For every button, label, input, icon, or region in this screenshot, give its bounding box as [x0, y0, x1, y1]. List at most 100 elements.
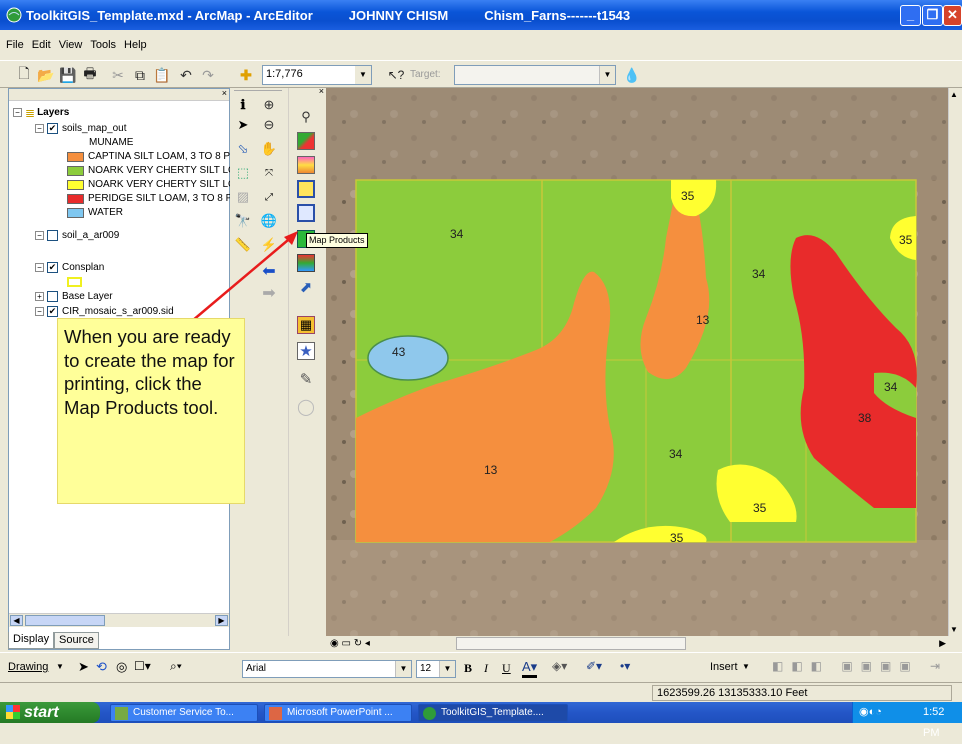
fixed-zoom-out-icon[interactable]: ⤢	[260, 188, 278, 206]
tab-source[interactable]: Source	[54, 632, 99, 649]
map-view[interactable]: 34 35 35 34 13 43 34 38 34 13 35 35	[326, 88, 948, 636]
tab-display[interactable]: Display	[8, 632, 55, 649]
landuse-map-icon[interactable]	[297, 156, 315, 174]
scroll-right-icon[interactable]: ▶	[939, 638, 946, 649]
insert-menu[interactable]: Insert	[710, 661, 738, 673]
bold-icon[interactable]: B	[464, 661, 472, 676]
close-button[interactable]: ✕	[943, 5, 962, 26]
select-by-graphics-icon[interactable]: ⬚	[234, 164, 252, 182]
circle-icon[interactable]: ◯	[297, 398, 315, 416]
toc-layer-soil-a[interactable]: − soil_a_ar009	[35, 229, 119, 242]
layer-checkbox[interactable]	[47, 291, 58, 302]
marker-color-icon[interactable]: •▾	[620, 659, 630, 673]
print-icon[interactable]: 🖶	[80, 65, 100, 85]
toc-layer-cir[interactable]: − ✔ CIR_mosaic_s_ar009.sid	[35, 305, 174, 318]
layout-tools-icons[interactable]: ◧◧◧ ▣▣▣▣ ⇥	[772, 659, 948, 673]
start-button[interactable]: start	[0, 702, 100, 723]
font-color-icon[interactable]: A▾	[522, 659, 538, 678]
star-icon[interactable]: ★	[297, 342, 315, 360]
line-color-icon[interactable]: ✐▾	[586, 659, 602, 673]
chevron-down-icon: ▼	[599, 66, 615, 84]
soils-map-icon[interactable]	[297, 132, 315, 150]
scroll-down-icon[interactable]: ▼	[950, 625, 958, 634]
menu-file[interactable]: File	[6, 39, 24, 51]
underline-icon[interactable]: U	[502, 661, 511, 676]
fill-color-icon[interactable]: ◈▾	[552, 659, 567, 673]
scroll-thumb[interactable]	[25, 615, 105, 626]
save-icon[interactable]: 💾	[58, 65, 78, 85]
restore-button[interactable]: ❐	[922, 5, 943, 26]
layer-checkbox[interactable]: ✔	[47, 123, 58, 134]
toc-scrollbar[interactable]: ◀ ▶	[9, 613, 229, 627]
identify-icon[interactable]: ℹ	[234, 96, 252, 114]
undo-icon[interactable]: ↶	[176, 65, 196, 85]
menu-tools[interactable]: Tools	[90, 39, 116, 51]
new-document-icon[interactable]: 🗋	[14, 65, 34, 85]
minimize-button[interactable]: _	[900, 5, 921, 26]
toc-layer-base[interactable]: + Base Layer	[35, 290, 113, 303]
whats-this-icon[interactable]: ↖?	[386, 65, 406, 85]
task-customer-service[interactable]: Customer Service To...	[110, 704, 258, 722]
toc-root-label: Layers	[37, 107, 70, 118]
layout-view-icon[interactable]: ◉ ▭ ↻ ◂	[330, 638, 370, 649]
menu-edit[interactable]: Edit	[32, 39, 51, 51]
task-powerpoint[interactable]: Microsoft PowerPoint ...	[264, 704, 412, 722]
select-features-icon[interactable]: ⬂	[234, 140, 252, 158]
menu-view[interactable]: View	[59, 39, 83, 51]
map-vertical-scrollbar[interactable]: ▲ ▼	[948, 88, 962, 636]
drawing-menu[interactable]: Drawing	[8, 661, 48, 673]
font-combo[interactable]: Arial ▼	[242, 660, 412, 678]
chevron-down-icon[interactable]: ▼	[56, 662, 64, 671]
layer-checkbox[interactable]: ✔	[47, 306, 58, 317]
zoom-in-icon[interactable]: ⊕	[260, 96, 278, 114]
collapse-icon[interactable]: −	[35, 307, 44, 316]
legend-swatch	[67, 165, 84, 176]
scroll-up-icon[interactable]: ▲	[950, 90, 958, 99]
collapse-icon[interactable]: −	[13, 108, 22, 117]
layer-checkbox[interactable]: ✔	[47, 262, 58, 273]
collapse-icon[interactable]: −	[35, 231, 44, 240]
map-products-icon[interactable]	[297, 204, 315, 222]
close-icon[interactable]: ×	[319, 86, 324, 96]
chevron-down-icon[interactable]: ▼	[742, 662, 750, 671]
cut-icon[interactable]: ✂	[108, 65, 128, 85]
map-scale-dropdown[interactable]: ▼	[355, 65, 372, 85]
select-elements-icon[interactable]: ➤	[234, 116, 252, 134]
toc-root[interactable]: − ≣ Layers	[13, 106, 70, 120]
toc-layer-soils[interactable]: − ✔ soils_map_out	[35, 122, 126, 135]
map-horizontal-scrollbar[interactable]: ◉ ▭ ↻ ◂ ▶	[326, 636, 948, 652]
target-combo[interactable]: ▼	[454, 65, 616, 85]
select-pointer-icon[interactable]: ➤	[78, 659, 89, 675]
collapse-icon[interactable]: −	[35, 263, 44, 272]
font-size-combo[interactable]: 12 ▼	[416, 660, 456, 678]
fixed-zoom-in-icon[interactable]: ⤧	[260, 164, 278, 182]
open-folder-icon[interactable]: 📂	[36, 65, 56, 85]
pencil-icon[interactable]: ✎	[297, 370, 315, 388]
expand-icon[interactable]: +	[35, 292, 44, 301]
redo-icon[interactable]: ↷	[198, 65, 218, 85]
circle-shape-icon[interactable]: ◎	[116, 659, 127, 675]
add-data-icon[interactable]: ✚	[236, 65, 256, 85]
map-layout-icon[interactable]	[297, 180, 315, 198]
toc-layer-consplan[interactable]: − ✔ Consplan	[35, 261, 104, 274]
rectangle-tool-icon[interactable]: ☐▾	[134, 659, 151, 673]
tray-icons[interactable]: ◉◐◔	[859, 702, 882, 723]
clear-selection-icon[interactable]: ▨	[234, 188, 252, 206]
collapse-icon[interactable]: −	[35, 124, 44, 133]
callout-tool-icon[interactable]: ⌕▾	[170, 659, 182, 674]
italic-icon[interactable]: I	[484, 661, 488, 676]
scroll-thumb[interactable]	[456, 637, 686, 650]
scroll-left-icon[interactable]: ◀	[10, 615, 23, 626]
rotate-icon[interactable]: ⟲	[96, 659, 107, 675]
layer-checkbox[interactable]	[47, 230, 58, 241]
search-icon[interactable]: ⚲	[297, 108, 315, 126]
zoom-out-icon[interactable]: ⊖	[260, 116, 278, 134]
pan-hand-icon[interactable]: ✋	[260, 140, 278, 158]
paste-icon[interactable]: 📋	[152, 65, 172, 85]
task-toolkitgis[interactable]: ToolkitGIS_Template....	[418, 704, 568, 722]
copy-icon[interactable]: ⧉	[130, 65, 150, 85]
editor-drop-icon[interactable]: 💧	[622, 65, 642, 85]
menu-help[interactable]: Help	[124, 39, 147, 51]
close-icon[interactable]: ×	[222, 88, 227, 98]
scroll-right-icon[interactable]: ▶	[215, 615, 228, 626]
